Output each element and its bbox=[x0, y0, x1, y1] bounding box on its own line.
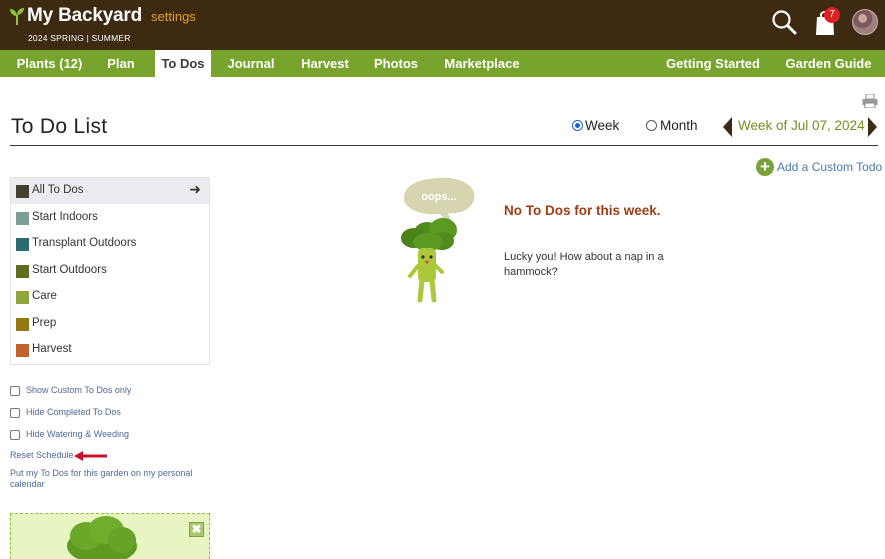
category-color-swatch bbox=[16, 185, 29, 198]
main-nav: Plants (12) Plan To Dos Journal Harvest … bbox=[0, 50, 885, 78]
category-color-swatch bbox=[16, 291, 29, 304]
hide-watering-label[interactable]: Hide Watering & Weeding bbox=[26, 429, 129, 439]
season-label: 2024 SPRING | SUMMER bbox=[28, 33, 131, 43]
hide-watering-checkbox[interactable] bbox=[10, 430, 20, 440]
hide-completed-label[interactable]: Hide Completed To Dos bbox=[26, 407, 121, 417]
top-header: My Backyard settings 2024 SPRING | SUMME… bbox=[0, 0, 885, 50]
bubble-text: oops... bbox=[421, 191, 456, 203]
category-transplant-outdoors[interactable]: Transplant Outdoors bbox=[11, 231, 209, 257]
hide-completed-checkbox[interactable] bbox=[10, 408, 20, 418]
category-care[interactable]: Care bbox=[11, 284, 209, 310]
category-label: Prep bbox=[32, 317, 57, 329]
next-week-arrow-icon[interactable] bbox=[868, 117, 877, 137]
tab-plan[interactable]: Plan bbox=[97, 50, 145, 77]
arrow-right-icon: ➜ bbox=[189, 181, 201, 197]
page-title: To Do List bbox=[11, 115, 108, 138]
app-title[interactable]: My Backyard bbox=[27, 5, 142, 27]
add-custom-todo-label: Add a Custom Todo bbox=[777, 160, 883, 174]
tab-photos[interactable]: Photos bbox=[368, 50, 424, 77]
category-list: All To Dos ➜ Start Indoors Transplant Ou… bbox=[10, 177, 210, 365]
category-label: Transplant Outdoors bbox=[32, 237, 137, 249]
category-all-todos[interactable]: All To Dos ➜ bbox=[11, 178, 209, 204]
tab-marketplace[interactable]: Marketplace bbox=[437, 50, 527, 77]
category-start-indoors[interactable]: Start Indoors bbox=[11, 205, 209, 231]
settings-link[interactable]: settings bbox=[151, 9, 196, 24]
print-icon[interactable] bbox=[862, 94, 878, 108]
previous-week-arrow-icon[interactable] bbox=[723, 117, 732, 137]
plus-circle-icon: + bbox=[756, 158, 774, 176]
category-harvest[interactable]: Harvest bbox=[11, 337, 209, 363]
search-icon[interactable] bbox=[771, 9, 797, 35]
broccoli-mascot-icon: oops... bbox=[401, 177, 475, 303]
month-radio-label[interactable]: Month bbox=[660, 118, 698, 133]
empty-state-title: No To Dos for this week. bbox=[504, 203, 661, 218]
tab-getting-started[interactable]: Getting Started bbox=[660, 50, 766, 77]
category-label: All To Dos bbox=[32, 184, 84, 196]
show-custom-only-checkbox[interactable] bbox=[10, 386, 20, 396]
bush-icon bbox=[67, 516, 137, 559]
close-icon[interactable]: ✖ bbox=[189, 522, 204, 537]
calendar-link[interactable]: Put my To Dos for this garden on my pers… bbox=[10, 468, 210, 490]
empty-state-message: Lucky you! How about a nap in a hammock? bbox=[504, 251, 664, 278]
tab-garden-guide[interactable]: Garden Guide bbox=[780, 50, 877, 77]
tab-plants[interactable]: Plants (12) bbox=[10, 50, 89, 77]
avatar[interactable] bbox=[852, 9, 878, 35]
category-label: Harvest bbox=[32, 343, 72, 355]
category-prep[interactable]: Prep bbox=[11, 311, 209, 337]
category-color-swatch bbox=[16, 318, 29, 331]
show-custom-only-label[interactable]: Show Custom To Dos only bbox=[26, 385, 131, 395]
category-label: Start Indoors bbox=[32, 211, 98, 223]
month-radio[interactable] bbox=[646, 120, 657, 131]
tab-journal[interactable]: Journal bbox=[222, 50, 280, 77]
reset-schedule-link[interactable]: Reset Schedule bbox=[10, 450, 74, 460]
category-color-swatch bbox=[16, 344, 29, 357]
week-radio[interactable] bbox=[572, 120, 583, 131]
category-color-swatch bbox=[16, 265, 29, 278]
category-color-swatch bbox=[16, 212, 29, 225]
tab-todos[interactable]: To Dos bbox=[155, 50, 211, 78]
cart-count-badge: 7 bbox=[824, 7, 840, 23]
week-radio-label[interactable]: Week bbox=[585, 118, 619, 133]
title-divider bbox=[10, 145, 878, 146]
red-arrow-icon bbox=[74, 451, 107, 461]
week-label: Week of Jul 07, 2024 bbox=[738, 118, 865, 133]
category-color-swatch bbox=[16, 238, 29, 251]
sprout-icon bbox=[10, 8, 24, 25]
category-start-outdoors[interactable]: Start Outdoors bbox=[11, 258, 209, 284]
category-label: Care bbox=[32, 290, 57, 302]
category-label: Start Outdoors bbox=[32, 264, 107, 276]
tab-harvest[interactable]: Harvest bbox=[293, 50, 357, 77]
